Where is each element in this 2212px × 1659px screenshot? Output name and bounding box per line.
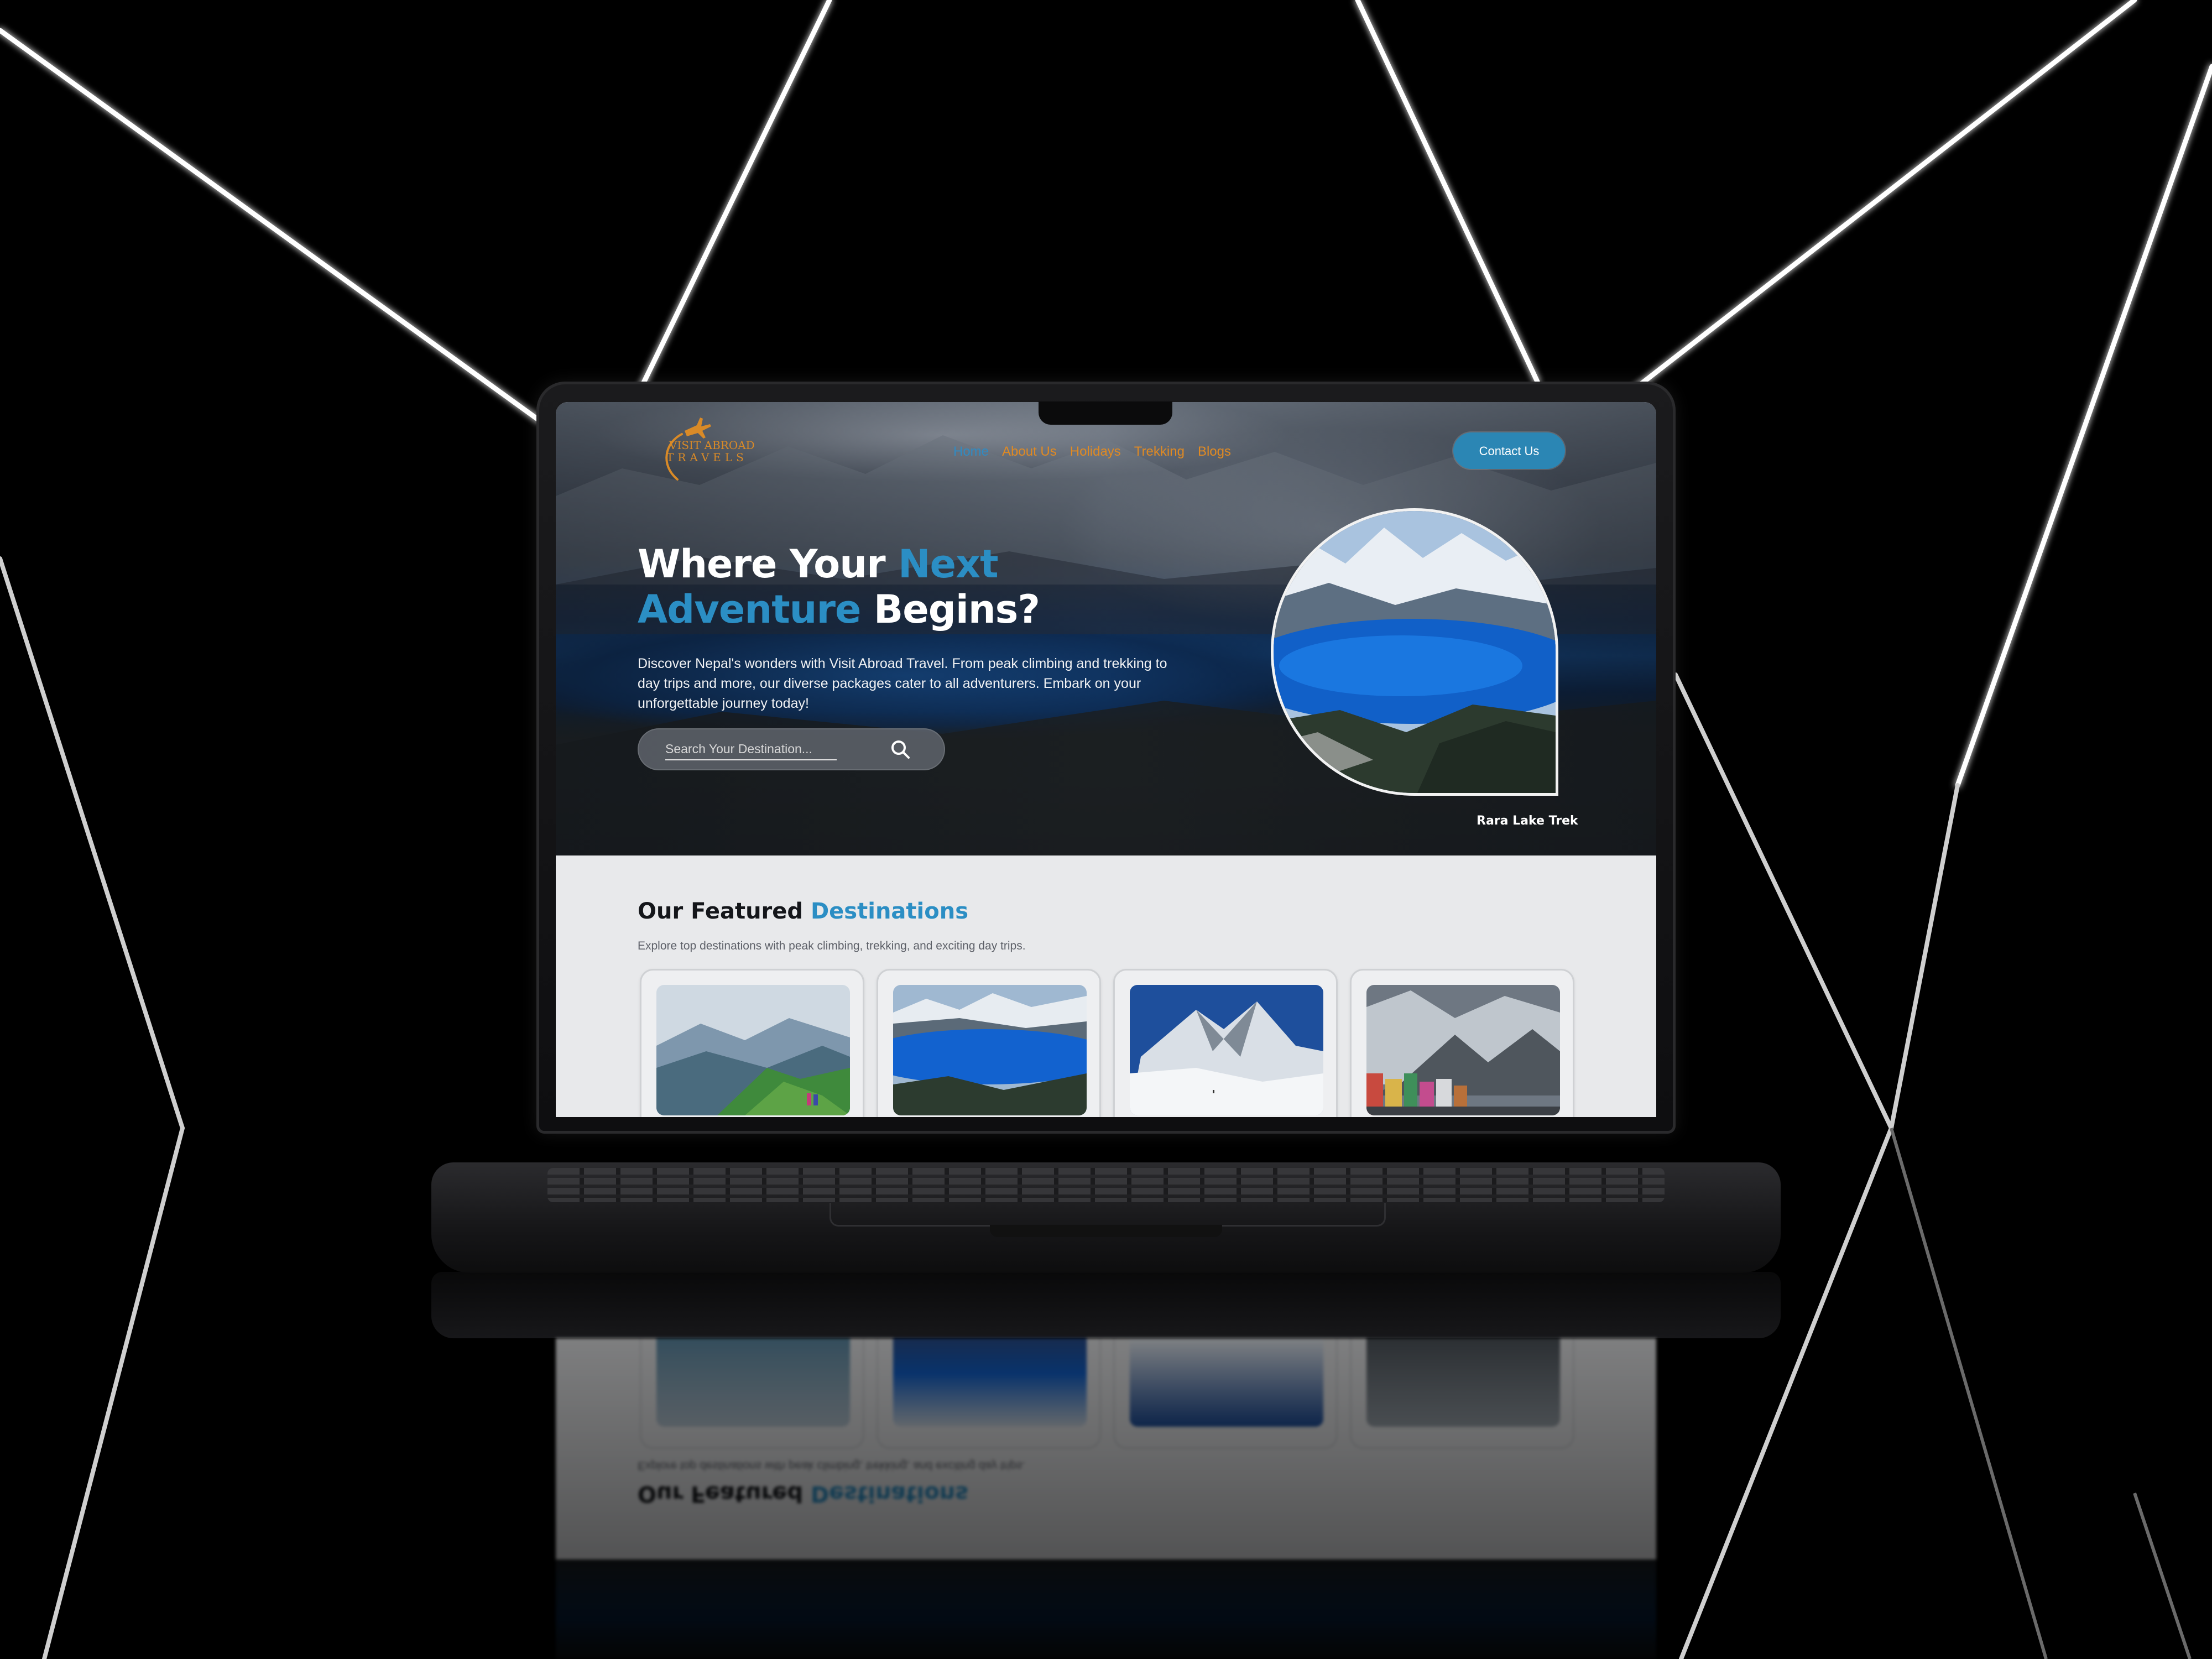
hero-headline: Where Your Next Adventure Begins? bbox=[638, 541, 1040, 632]
logo-line-1: VISIT ABROAD bbox=[669, 439, 755, 452]
destination-card[interactable] bbox=[1350, 969, 1574, 1117]
screen-reflection: Explore top destinations with peak climb… bbox=[556, 1338, 1656, 1659]
search-input[interactable] bbox=[665, 738, 837, 760]
destination-image-peak bbox=[1130, 985, 1323, 1115]
headline-accent-1: Next bbox=[898, 541, 999, 587]
hero-description: Discover Nepal's wonders with Visit Abro… bbox=[638, 656, 1167, 711]
search-icon[interactable] bbox=[889, 738, 911, 760]
nav-home[interactable]: Home bbox=[947, 441, 995, 463]
contact-us-button[interactable]: Contact Us bbox=[1453, 432, 1565, 469]
featured-trek-photo[interactable] bbox=[1271, 508, 1558, 796]
headline-accent-2: Adventure bbox=[638, 587, 862, 632]
destination-image-ridge bbox=[656, 985, 850, 1115]
laptop-hinge bbox=[990, 1225, 1222, 1237]
scene: VISIT ABROAD TRAVELS Home About Us Holid… bbox=[0, 0, 2212, 1659]
featured-title: Our Featured Destinations bbox=[638, 899, 968, 924]
laptop-keyboard bbox=[547, 1168, 1665, 1202]
search-bar bbox=[638, 728, 945, 770]
headline-part-2: Begins? bbox=[860, 587, 1040, 632]
destination-card[interactable] bbox=[640, 969, 864, 1117]
rara-lake-image bbox=[1274, 511, 1556, 793]
featured-title-text: Our Featured bbox=[638, 899, 811, 924]
main-nav: Home About Us Holidays Trekking Blogs bbox=[947, 441, 1238, 463]
nav-trekking[interactable]: Trekking bbox=[1128, 441, 1191, 463]
laptop-base-reflection bbox=[431, 1272, 1781, 1338]
featured-title-accent: Destinations bbox=[810, 899, 969, 924]
logo-line-2: TRAVELS bbox=[666, 451, 748, 464]
destination-card[interactable] bbox=[1113, 969, 1338, 1117]
destination-image-village bbox=[1366, 985, 1560, 1115]
destination-image-lake bbox=[893, 985, 1087, 1115]
headline-part-1: Where Your bbox=[638, 541, 898, 587]
destination-card[interactable] bbox=[877, 969, 1101, 1117]
laptop-screen: VISIT ABROAD TRAVELS Home About Us Holid… bbox=[556, 402, 1656, 1117]
featured-subtitle: Explore top destinations with peak climb… bbox=[638, 940, 1026, 952]
featured-destinations-section: Our Featured Destinations Explore top de… bbox=[556, 855, 1656, 1117]
camera-notch bbox=[1039, 401, 1172, 425]
photo-caption: Rara Lake Trek bbox=[1477, 814, 1578, 828]
nav-holidays[interactable]: Holidays bbox=[1063, 441, 1128, 463]
hero-section: VISIT ABROAD TRAVELS Home About Us Holid… bbox=[556, 402, 1656, 855]
reflection-fade bbox=[556, 1338, 1656, 1659]
nav-blogs[interactable]: Blogs bbox=[1191, 441, 1238, 463]
laptop-trackpad bbox=[830, 1203, 1386, 1227]
nav-about-us[interactable]: About Us bbox=[995, 441, 1063, 463]
